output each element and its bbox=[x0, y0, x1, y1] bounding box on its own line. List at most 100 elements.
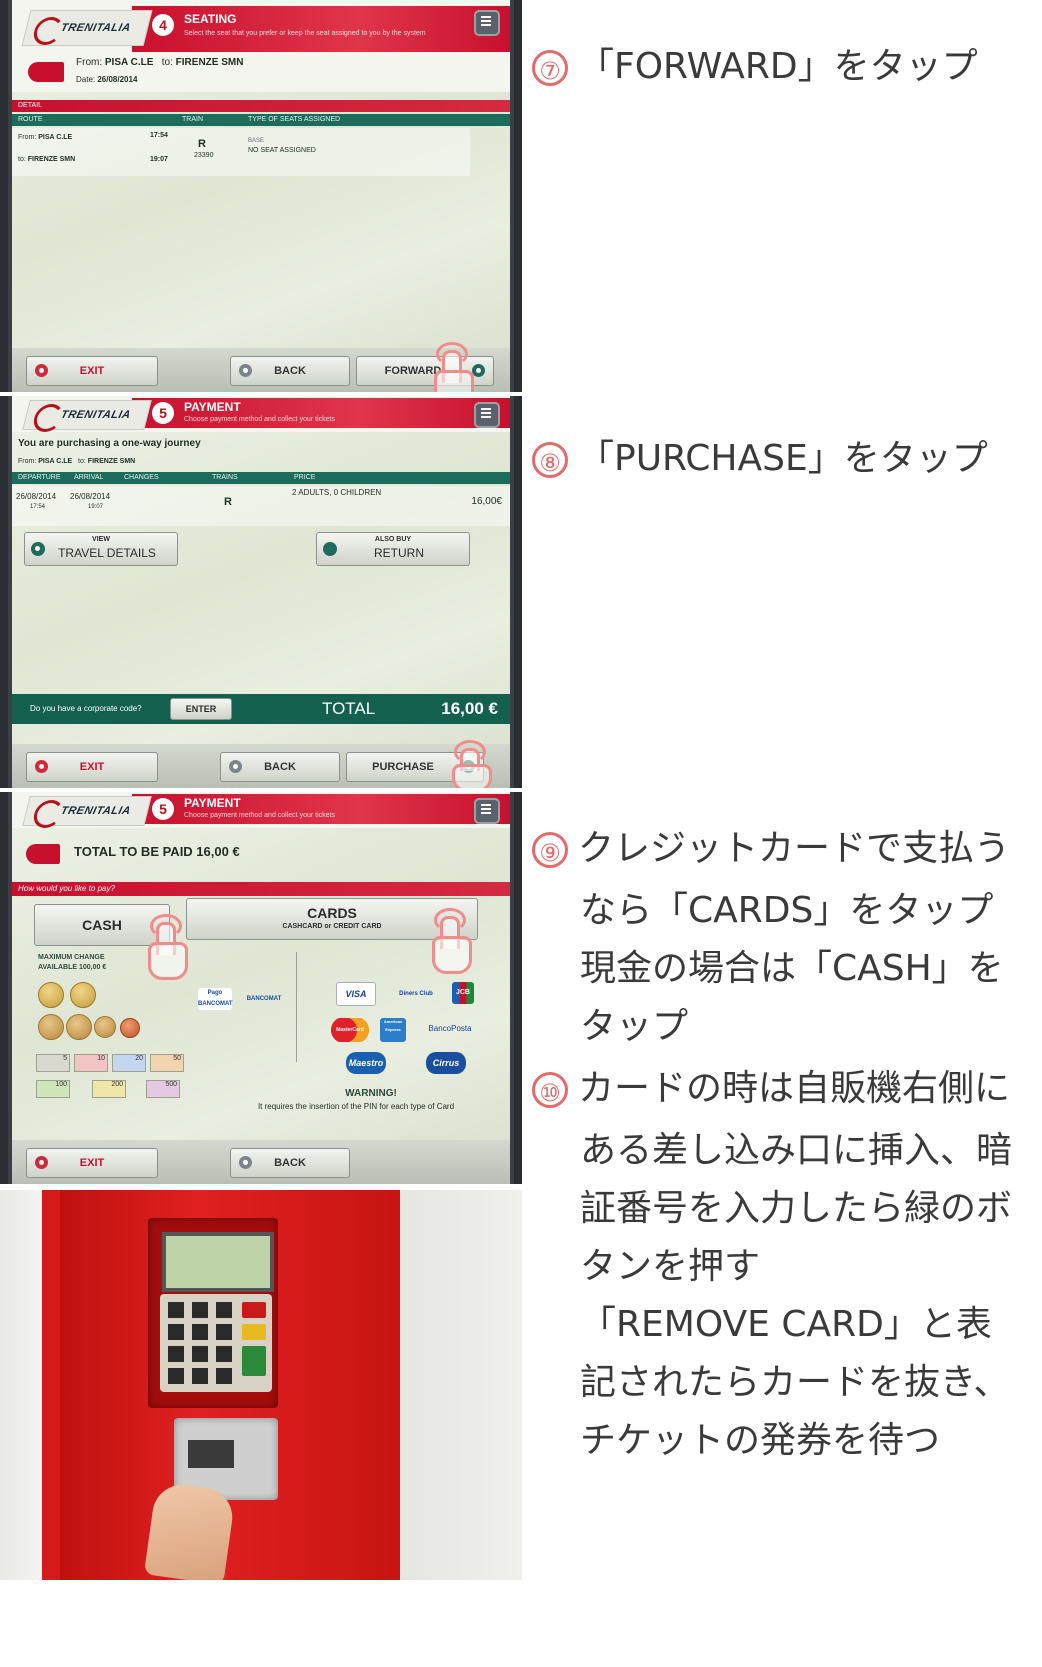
step-7-number: ⑦ bbox=[532, 50, 568, 86]
cancel-key[interactable] bbox=[242, 1302, 266, 1318]
corporate-question: Do you have a corporate code? bbox=[30, 704, 142, 713]
coin-5-cent bbox=[120, 1018, 140, 1038]
view-travel-details-button[interactable]: VIEW TRAVEL DETAILS bbox=[24, 532, 178, 566]
to-value: FIRENZE SMN bbox=[87, 458, 136, 465]
to-label: to: bbox=[161, 57, 173, 68]
seat-class: BASE bbox=[248, 138, 265, 144]
from-label: From: bbox=[76, 57, 103, 68]
note-50: 50 bbox=[150, 1054, 184, 1072]
step-subtitle: Choose payment method and collect your t… bbox=[184, 812, 335, 819]
payment-divider bbox=[296, 952, 297, 1062]
confirm-key[interactable] bbox=[242, 1346, 266, 1376]
warning-text: It requires the insertion of the PIN for… bbox=[257, 1102, 455, 1111]
col-trains: TRAINS bbox=[212, 474, 238, 481]
visa-logo: VISA bbox=[336, 982, 376, 1006]
wallet-icon bbox=[26, 844, 60, 864]
max-change-line-2: AVAILABLE 100,00 € bbox=[38, 964, 107, 971]
arrival-time: 19:07 bbox=[88, 504, 104, 510]
step-title: SEATING bbox=[184, 12, 237, 26]
col-arrival: ARRIVAL bbox=[74, 474, 104, 481]
row-from-station: PISA C.LE bbox=[38, 134, 73, 141]
also-buy-small-label: ALSO BUY bbox=[374, 536, 412, 543]
regional-train-icon: R bbox=[224, 496, 232, 508]
screenshot-payment-method: TRENITALIA 5 PAYMENT Choose payment meth… bbox=[0, 792, 522, 1184]
step-10-line-7: チケットの発券を待つ bbox=[580, 1420, 941, 1461]
diners-club-logo: Diners Club bbox=[399, 991, 433, 997]
reader-display bbox=[162, 1232, 274, 1292]
back-button[interactable]: BACK bbox=[230, 1148, 350, 1178]
detail-label: DETAIL bbox=[18, 102, 42, 109]
date-line: Date: 26/08/2014 bbox=[76, 75, 137, 84]
detail-bar: DETAIL bbox=[12, 100, 510, 112]
date-value: 26/08/2014 bbox=[97, 75, 138, 84]
tap-hand-icon-cards bbox=[426, 908, 472, 974]
step-10-line-2: ある差し込み口に挿入、暗 bbox=[580, 1130, 1013, 1171]
caption-step-7: ⑦ 「FORWARD」をタップ bbox=[532, 38, 978, 95]
also-buy-return-button[interactable]: ALSO BUY RETURN bbox=[316, 532, 470, 566]
passengers: 2 ADULTS, 0 CHILDREN bbox=[292, 488, 382, 497]
date-label: Date: bbox=[76, 75, 96, 84]
route-line: From: PISA C.LE to: FIRENZE SMN bbox=[18, 458, 135, 465]
col-train: TRAIN bbox=[182, 116, 203, 123]
note-20: 20 bbox=[112, 1054, 146, 1072]
step-9-line-3: 現金の場合は「CASH」を bbox=[580, 948, 1004, 989]
step-10-number: ⑩ bbox=[532, 1072, 568, 1108]
info-menu-icon[interactable] bbox=[474, 402, 500, 428]
exit-button[interactable]: EXIT bbox=[26, 356, 158, 386]
max-change-line-1: MAXIMUM CHANGE bbox=[38, 954, 105, 961]
info-menu-icon[interactable] bbox=[474, 10, 500, 36]
journey-text: You are purchasing a one-way journey bbox=[18, 438, 201, 449]
finger bbox=[143, 1480, 237, 1580]
photo-card-reader bbox=[0, 1190, 522, 1580]
price: 16,00€ bbox=[471, 496, 502, 507]
note-10: 10 bbox=[74, 1054, 108, 1072]
step-9-line-4: タップ bbox=[580, 1006, 689, 1047]
info-menu-icon[interactable] bbox=[474, 798, 500, 824]
coin-1-euro bbox=[70, 982, 96, 1008]
to-value: FIRENZE SMN bbox=[175, 57, 244, 68]
back-label: BACK bbox=[264, 761, 296, 773]
question-bar: How would you like to pay? bbox=[12, 882, 510, 896]
step-subtitle: Select the seat that you prefer or keep … bbox=[184, 30, 426, 37]
coin-2-euro bbox=[38, 982, 64, 1008]
bancoposta-logo: BancoPosta bbox=[428, 1024, 472, 1033]
tap-hand-icon bbox=[428, 342, 474, 392]
total-label: TOTAL bbox=[322, 699, 376, 718]
step-7-text: 「FORWARD」をタップ bbox=[578, 46, 978, 87]
to-label: to: bbox=[78, 458, 86, 465]
step-8-number: ⑧ bbox=[532, 442, 568, 478]
regional-train-icon: R bbox=[198, 138, 206, 150]
logo-text: TRENITALIA bbox=[59, 22, 133, 34]
row-from-label: From: bbox=[18, 134, 37, 141]
arrival-date: 26/08/2014 bbox=[70, 492, 111, 501]
coin-50-cent bbox=[38, 1014, 64, 1040]
exit-button[interactable]: EXIT bbox=[26, 752, 158, 782]
correct-key[interactable] bbox=[242, 1324, 266, 1340]
back-button[interactable]: BACK bbox=[230, 356, 350, 386]
footer-bar: EXIT BACK PURCHASE bbox=[12, 744, 510, 788]
return-label: RETURN bbox=[374, 546, 424, 560]
col-price: PRICE bbox=[294, 474, 316, 481]
route-line: From: PISA C.LE to: FIRENZE SMN bbox=[76, 57, 243, 68]
exit-label: EXIT bbox=[79, 1157, 105, 1169]
note-500: 500 bbox=[146, 1080, 180, 1098]
warning-title: WARNING! bbox=[345, 1088, 397, 1099]
number-keys bbox=[168, 1302, 232, 1384]
tap-hand-icon-cash bbox=[142, 914, 188, 980]
from-value: PISA C.LE bbox=[104, 57, 154, 68]
table-row: 26/08/2014 17:54 26/08/2014 19:07 R 2 AD… bbox=[12, 486, 510, 526]
header: TRENITALIA 5 PAYMENT Choose payment meth… bbox=[12, 396, 510, 432]
header: TRENITALIA 5 PAYMENT Choose payment meth… bbox=[12, 792, 510, 828]
jcb-logo: JCB bbox=[452, 982, 474, 1004]
back-button[interactable]: BACK bbox=[220, 752, 340, 782]
row-to-station: FIRENZE SMN bbox=[27, 156, 76, 163]
step-title: PAYMENT bbox=[184, 796, 241, 810]
purchase-label: PURCHASE bbox=[372, 761, 434, 773]
step-10-line-5: 「REMOVE CARD」と表 bbox=[580, 1304, 992, 1345]
view-small-label: VIEW bbox=[92, 536, 110, 543]
row-to-label: to: bbox=[18, 156, 26, 163]
exit-button[interactable]: EXIT bbox=[26, 1148, 158, 1178]
enter-corporate-code-button[interactable]: ENTER bbox=[170, 698, 232, 720]
coin-10-cent bbox=[94, 1016, 116, 1038]
step-9-line-1: クレジットカードで支払う bbox=[578, 828, 1011, 869]
